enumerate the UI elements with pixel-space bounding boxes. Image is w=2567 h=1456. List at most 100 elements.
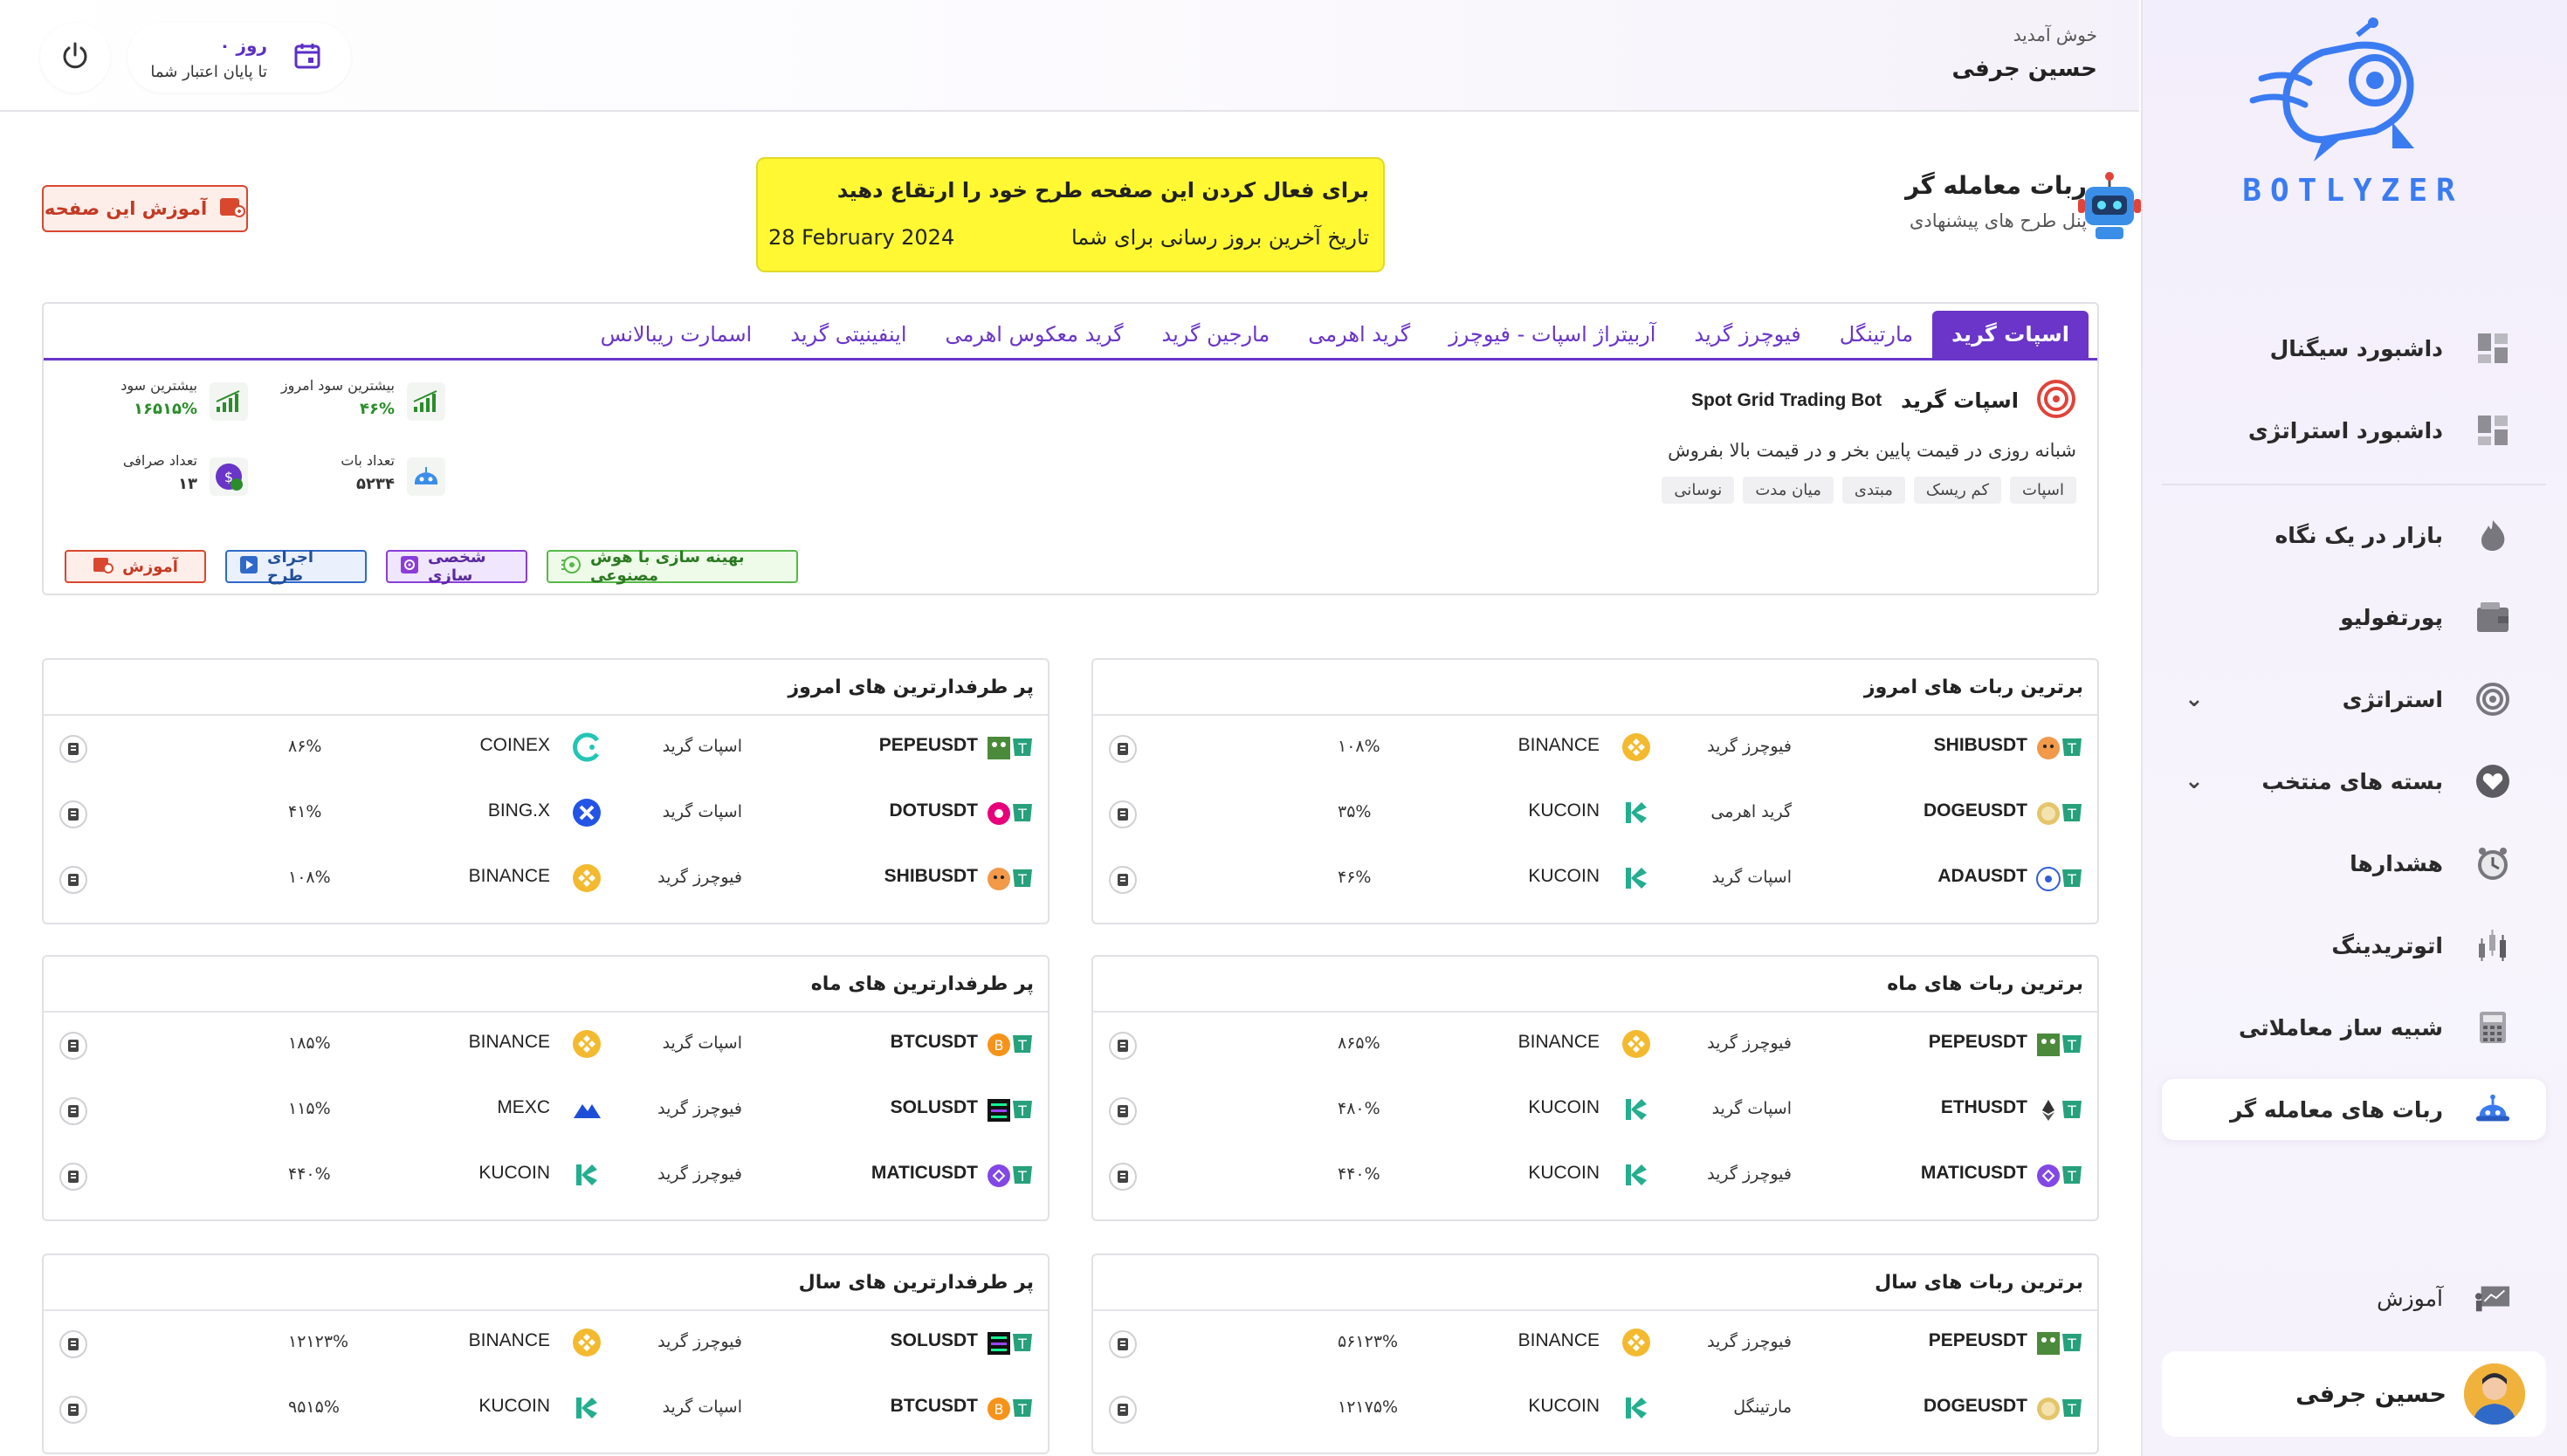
chevron-down-icon[interactable]: ⌄ — [2185, 686, 2204, 712]
copy-bot-icon[interactable] — [1109, 1163, 1137, 1191]
tab-futures-grid[interactable]: فیوچرز گرید — [1675, 311, 1820, 358]
copy-bot-icon[interactable] — [1109, 866, 1137, 894]
doge-coin-icon: T — [2036, 797, 2083, 830]
exchange-name: BINANCE — [468, 866, 550, 886]
table-row[interactable]: T PEPEUSDT اسپات گرید COINEX ۸۶% — [44, 716, 1048, 781]
stat-value: ۱۶۵۱۵% — [134, 400, 197, 418]
user-profile-card[interactable]: حسین جرفی — [2162, 1351, 2546, 1437]
exchange-name: KUCOIN — [1528, 1163, 1600, 1183]
strategy-panel: اسپات گرید مارتینگل فیوچرز گرید آربیتراژ… — [42, 302, 2099, 595]
pair-symbol: DOTUSDT — [889, 800, 979, 821]
tab-infinity-grid[interactable]: اینفینیتی گرید — [771, 311, 926, 358]
table-row[interactable]: T DOGEUSDT گرید اهرمی KUCOIN ۳۵% — [1093, 781, 2097, 847]
chevron-down-icon[interactable]: ⌄ — [2185, 768, 2204, 794]
sidebar-item-strategy-dashboard[interactable]: داشبورد استراتژی — [2162, 400, 2546, 461]
tab-leveraged-grid[interactable]: گرید اهرمی — [1289, 311, 1429, 358]
sidebar-item-strategy[interactable]: استراتژی ⌄ — [2162, 669, 2546, 730]
run-plan-button[interactable]: اجرای طرح — [225, 548, 367, 585]
sol-coin-icon: T — [987, 1327, 1034, 1360]
target-icon — [2036, 379, 2076, 422]
sidebar-item-alerts[interactable]: هشدارها — [2162, 833, 2546, 894]
coinex-exchange-icon — [571, 731, 602, 763]
calendar-icon — [293, 42, 321, 73]
brand-logo[interactable]: BOTLYZER — [2226, 17, 2480, 209]
tab-arbitrage[interactable]: آربیتراژ اسپات - فیوچرز — [1429, 311, 1675, 358]
stat-label: بیشترین سود امروز — [280, 377, 395, 394]
table-row[interactable]: T SHIBUSDT فیوچرز گرید BINANCE ۱۰۸% — [1093, 716, 2097, 781]
growth-chart-icon — [210, 382, 248, 421]
table-row[interactable]: T SOLUSDT فیوچرز گرید BINANCE ۱۲۱۲۳% — [44, 1311, 1048, 1377]
copy-bot-icon[interactable] — [1109, 1032, 1137, 1060]
table-row[interactable]: T DOGEUSDT مارتینگل KUCOIN ۱۲۱۷۵% — [1093, 1377, 2097, 1442]
power-icon — [60, 41, 90, 74]
table-row[interactable]: T ETHUSDT اسپات گرید KUCOIN ۴۸۰% — [1093, 1078, 2097, 1144]
copy-bot-icon[interactable] — [1109, 1396, 1137, 1424]
profit-percent: ۴۸۰% — [1338, 1099, 1380, 1118]
copy-bot-icon[interactable] — [59, 866, 87, 894]
sidebar-item-trading-bots[interactable]: ربات های معامله گر — [2162, 1079, 2546, 1140]
sidebar-item-selected-packages[interactable]: بسته های منتخب ⌄ — [2162, 751, 2546, 812]
table-row[interactable]: T MATICUSDT فیوچرز گرید KUCOIN ۴۴۰% — [1093, 1144, 2097, 1209]
table-row[interactable]: T PEPEUSDT فیوچرز گرید BINANCE ۸۶۵% — [1093, 1013, 2097, 1078]
customize-button[interactable]: شخصی سازی — [386, 548, 527, 585]
bot-name-en: Spot Grid Trading Bot — [1690, 390, 1882, 410]
stat-exchange-count: $ تعداد صرافی ۱۳ — [73, 452, 248, 505]
table-row[interactable]: T MATICUSDT فیوچرز گرید KUCOIN ۴۴۰% — [44, 1144, 1048, 1209]
calculator-icon — [2474, 1009, 2511, 1046]
exchange-name: KUCOIN — [1528, 866, 1600, 886]
matic-coin-icon: T — [2036, 1159, 2083, 1192]
sidebar-item-label: ربات های معامله گر — [2230, 1096, 2443, 1123]
tab-margin-grid[interactable]: مارجین گرید — [1143, 311, 1290, 358]
pair-symbol: PEPEUSDT — [1928, 1330, 2027, 1350]
table-row[interactable]: T ADAUSDT اسپات گرید KUCOIN ۴۶% — [1093, 847, 2097, 912]
sidebar-item-signal-dashboard[interactable]: داشبورد سیگنال — [2162, 318, 2546, 379]
tab-reverse-leveraged-grid[interactable]: گرید معکوس اهرمی — [926, 311, 1143, 358]
power-button[interactable] — [40, 23, 110, 93]
page-tutorial-button[interactable]: آموزش این صفحه — [42, 185, 248, 232]
copy-bot-icon[interactable] — [1109, 800, 1137, 828]
tab-smart-rebalance[interactable]: اسمارت ریبالانس — [582, 311, 772, 358]
sidebar-item-education[interactable]: آموزش — [2162, 1267, 2546, 1329]
ai-optimize-button[interactable]: بهینه سازی با هوش مصنوعی — [547, 548, 798, 585]
sidebar-item-portfolio[interactable]: پورتفولیو — [2162, 587, 2546, 648]
card-title: برترین ربات های ماه — [1093, 957, 2097, 1013]
table-row[interactable]: T SHIBUSDT فیوچرز گرید BINANCE ۱۰۸% — [44, 847, 1048, 912]
sidebar-item-label: داشبورد استراتژی — [2247, 417, 2443, 443]
exchange-name: KUCOIN — [1528, 1396, 1600, 1416]
profit-percent: ۴۴۰% — [288, 1164, 331, 1184]
stat-today-profit: بیشترین سود امروز ۴۶% — [271, 377, 445, 429]
copy-bot-icon[interactable] — [59, 1163, 87, 1191]
copy-bot-icon[interactable] — [1109, 1097, 1137, 1125]
table-row[interactable]: T SOLUSDT فیوچرز گرید MEXC ۱۱۵% — [44, 1078, 1048, 1144]
copy-bot-icon[interactable] — [59, 800, 87, 828]
page-header: ربات معامله گر پنل طرح های پیشنهادی — [1905, 171, 2087, 231]
profit-percent: ۸۶۵% — [1338, 1034, 1380, 1053]
copy-bot-icon[interactable] — [59, 735, 87, 763]
sidebar-item-market-overview[interactable]: بازار در یک نگاه — [2162, 505, 2546, 566]
ai-brain-icon — [561, 555, 582, 579]
kucoin-exchange-icon — [1621, 797, 1652, 828]
exchange-name: BINANCE — [468, 1032, 550, 1052]
table-row[interactable]: T DOTUSDT اسپات گرید BING.X ۴۱% — [44, 781, 1048, 847]
sidebar-item-autotrading[interactable]: اتوتریدینگ — [2162, 915, 2546, 976]
copy-bot-icon[interactable] — [59, 1097, 87, 1125]
copy-bot-icon[interactable] — [1109, 1330, 1137, 1358]
copy-bot-icon[interactable] — [59, 1032, 87, 1060]
tab-martingale[interactable]: مارتینگل — [1820, 311, 1932, 358]
table-row[interactable]: T PEPEUSDT فیوچرز گرید BINANCE ۵۶۱۲۳% — [1093, 1311, 2097, 1377]
sidebar-item-label: استراتژی — [2342, 686, 2443, 712]
sidebar-item-trading-simulator[interactable]: شبیه ساز معاملاتی — [2162, 997, 2546, 1058]
stat-label: تعداد صرافی — [122, 452, 197, 469]
copy-bot-icon[interactable] — [1109, 735, 1137, 763]
exchange-name: COINEX — [479, 735, 550, 755]
strategy-name: فیوچرز گرید — [657, 868, 742, 887]
table-row[interactable]: BT BTCUSDT اسپات گرید KUCOIN ۹۵۱۵% — [44, 1377, 1048, 1442]
copy-bot-icon[interactable] — [59, 1396, 87, 1424]
learn-button[interactable]: آموزش — [65, 550, 206, 583]
card-title: پر طرفدارترین های سال — [44, 1255, 1048, 1311]
credit-caption: تا پایان اعتبار شما — [150, 62, 267, 81]
card-top-bots-year: برترین ربات های سال T PEPEUSDT فیوچرز گر… — [1091, 1253, 2099, 1454]
copy-bot-icon[interactable] — [59, 1330, 87, 1358]
tab-spot-grid[interactable]: اسپات گرید — [1932, 311, 2089, 358]
table-row[interactable]: BT BTCUSDT اسپات گرید BINANCE ۱۸۵% — [44, 1013, 1048, 1078]
